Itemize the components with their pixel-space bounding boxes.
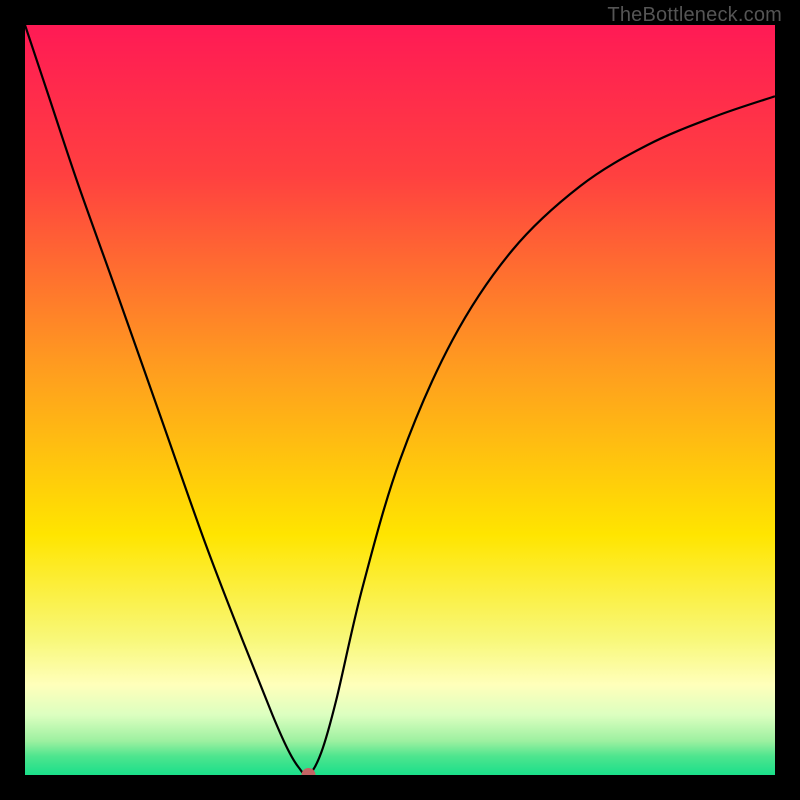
plot-area (25, 25, 775, 775)
chart-svg (25, 25, 775, 775)
chart-container: TheBottleneck.com (0, 0, 800, 800)
watermark-text: TheBottleneck.com (607, 4, 782, 27)
